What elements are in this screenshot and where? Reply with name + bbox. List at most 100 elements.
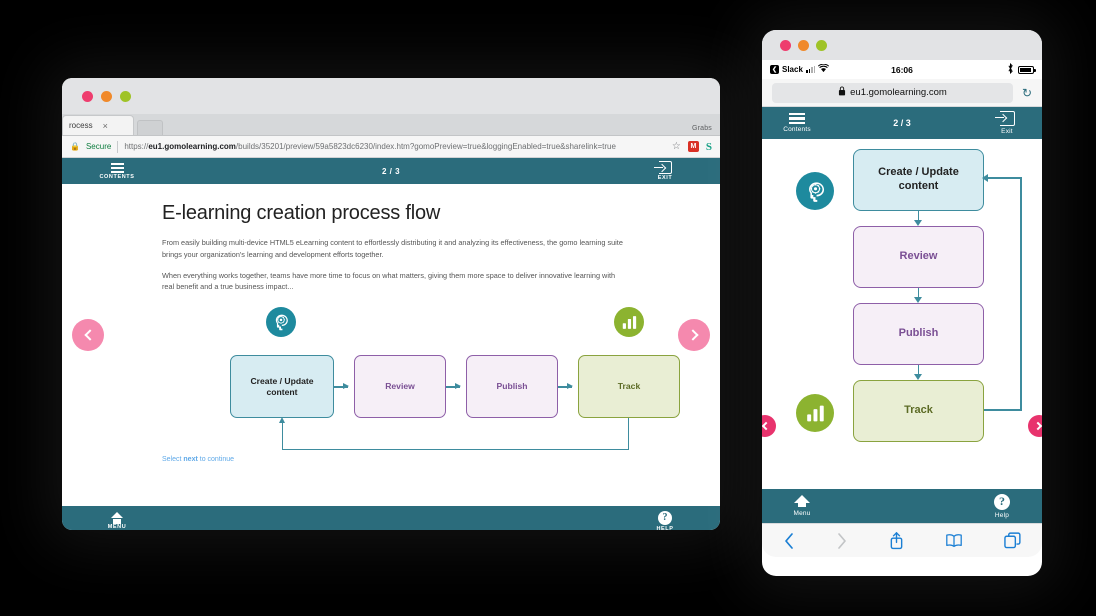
flow-arrow-track-create-loopback (279, 417, 629, 451)
flow-node-publish[interactable]: Publish (853, 303, 984, 365)
flow-node-review[interactable]: Review (853, 226, 984, 288)
contents-button[interactable]: Contents (762, 112, 832, 134)
window-minimize-button[interactable] (101, 90, 112, 102)
help-label: HELP (656, 525, 674, 531)
continue-hint: Select next to continue (162, 456, 235, 463)
tabs-icon[interactable] (1004, 532, 1021, 549)
player-bottom-bar: MENU ? HELP (62, 506, 720, 530)
mobile-url-text: eu1.gomolearning.com (850, 87, 947, 98)
chevron-right-icon (1033, 421, 1042, 431)
flow-arrow-review-publish (446, 382, 461, 391)
window-close-button[interactable] (82, 90, 93, 102)
help-icon: ? (658, 510, 672, 525)
wifi-icon (818, 63, 830, 75)
flow-node-track[interactable]: Track (853, 380, 984, 442)
exit-label: Exit (1001, 128, 1013, 135)
browser-tab[interactable]: rocess × (62, 115, 134, 135)
window-minimize-button[interactable] (798, 39, 809, 51)
slide-prev-button[interactable] (72, 319, 104, 351)
back-to-app-icon[interactable]: ❮ (770, 65, 779, 74)
browser-address-bar[interactable]: 🔒 Secure https://eu1.gomolearning.com/bu… (62, 136, 720, 158)
window-maximize-button[interactable] (816, 39, 827, 51)
player-top-bar: CONTENTS 2 / 3 EXIT (62, 158, 720, 184)
slide-paragraph-1: From easily building multi-device HTML5 … (162, 238, 623, 259)
back-to-app-label: Slack (782, 65, 803, 74)
flow-arrow-track-create-loopback (982, 173, 1022, 411)
slide-content: E-learning creation process flow From ea… (62, 184, 720, 506)
contents-button[interactable]: CONTENTS (62, 162, 172, 180)
bookmarks-icon[interactable] (945, 533, 963, 548)
exit-icon (653, 161, 672, 174)
share-icon[interactable] (889, 531, 904, 550)
signal-icon (805, 65, 816, 73)
slide-paragraph-2: When everything works together, teams ha… (162, 270, 616, 292)
hamburger-icon (110, 162, 124, 173)
flow-node-create[interactable]: Create / Update content (230, 355, 334, 419)
status-left: ❮ Slack (770, 63, 830, 75)
flow-node-create[interactable]: Create / Update content (853, 149, 984, 211)
slide-next-button[interactable] (678, 319, 710, 351)
chevron-left-icon (762, 421, 771, 431)
security-label: Secure (85, 142, 112, 151)
browser-tab-title: rocess (69, 121, 93, 130)
browser-tabstrip: rocess × Grabs (62, 114, 720, 136)
mobile-status-bar: ❮ Slack 16:06 (762, 60, 1042, 79)
menu-button[interactable]: MENU (62, 512, 172, 530)
flow-arrow-create-review (914, 211, 922, 226)
divider (117, 140, 119, 153)
flow-arrow-publish-track (558, 382, 573, 391)
bar-chart-icon (796, 394, 834, 432)
help-button[interactable]: ? HELP (610, 510, 720, 531)
tabstrip-right-label: Grabs (691, 125, 712, 132)
skype-extension-icon[interactable]: S (706, 141, 712, 153)
window-maximize-button[interactable] (120, 90, 131, 102)
flow-arrow-review-publish (914, 288, 922, 303)
mobile-device-window: ❮ Slack 16:06 eu1.gomolearning.com ↻ Con… (762, 30, 1042, 576)
mobile-address-bar[interactable]: eu1.gomolearning.com ↻ (762, 79, 1042, 107)
lock-icon (838, 86, 846, 99)
help-icon: ? (994, 493, 1010, 510)
home-icon (794, 495, 810, 507)
window-close-button[interactable] (780, 39, 791, 51)
bluetooth-icon (1007, 62, 1014, 76)
menu-button[interactable]: Menu (762, 495, 842, 517)
mobile-url-pill[interactable]: eu1.gomolearning.com (772, 82, 1013, 103)
flow-node-review[interactable]: Review (354, 355, 446, 419)
slide-next-button[interactable] (1028, 415, 1042, 437)
back-icon[interactable] (783, 532, 795, 550)
brain-icon (796, 172, 834, 210)
page-counter: 2 / 3 (381, 166, 401, 176)
mobile-titlebar (762, 30, 1042, 60)
chevron-left-icon (83, 329, 96, 341)
flow-arrow-publish-track (914, 365, 922, 380)
flow-arrow-create-review (334, 382, 349, 391)
exit-icon (994, 111, 1015, 126)
help-button[interactable]: ? Help (962, 493, 1042, 519)
clock: 16:06 (891, 64, 913, 75)
contents-label: CONTENTS (99, 173, 135, 180)
battery-icon (1018, 65, 1036, 74)
flow-node-track[interactable]: Track (578, 355, 680, 419)
chevron-right-icon (686, 329, 699, 341)
bookmark-star-icon[interactable]: ☆ (672, 141, 681, 152)
hamburger-icon (789, 112, 805, 125)
process-flow-diagram: Create / Update content Review Publish T… (162, 307, 680, 457)
exit-button[interactable]: EXIT (610, 161, 720, 181)
mobile-player-bottom-bar: Menu ? Help (762, 489, 1042, 523)
desktop-titlebar (62, 78, 720, 114)
mobile-player-top-bar: Contents 2 / 3 Exit (762, 107, 1042, 139)
reload-icon[interactable]: ↻ (1022, 86, 1032, 100)
exit-label: EXIT (657, 175, 673, 181)
exit-button[interactable]: Exit (972, 111, 1042, 135)
close-icon[interactable]: × (103, 121, 108, 131)
mail-extension-icon[interactable]: M (687, 141, 699, 152)
status-right (1007, 62, 1036, 76)
new-tab-button[interactable] (137, 120, 163, 135)
mobile-slide-content: Create / Update content Review Publish T… (762, 139, 1042, 489)
menu-label: MENU (107, 524, 127, 530)
flow-node-publish[interactable]: Publish (466, 355, 558, 419)
slide-prev-button[interactable] (762, 415, 776, 437)
address-bar-icons: ☆ M S (672, 141, 712, 153)
forward-icon (836, 532, 848, 550)
contents-label: Contents (783, 126, 811, 134)
